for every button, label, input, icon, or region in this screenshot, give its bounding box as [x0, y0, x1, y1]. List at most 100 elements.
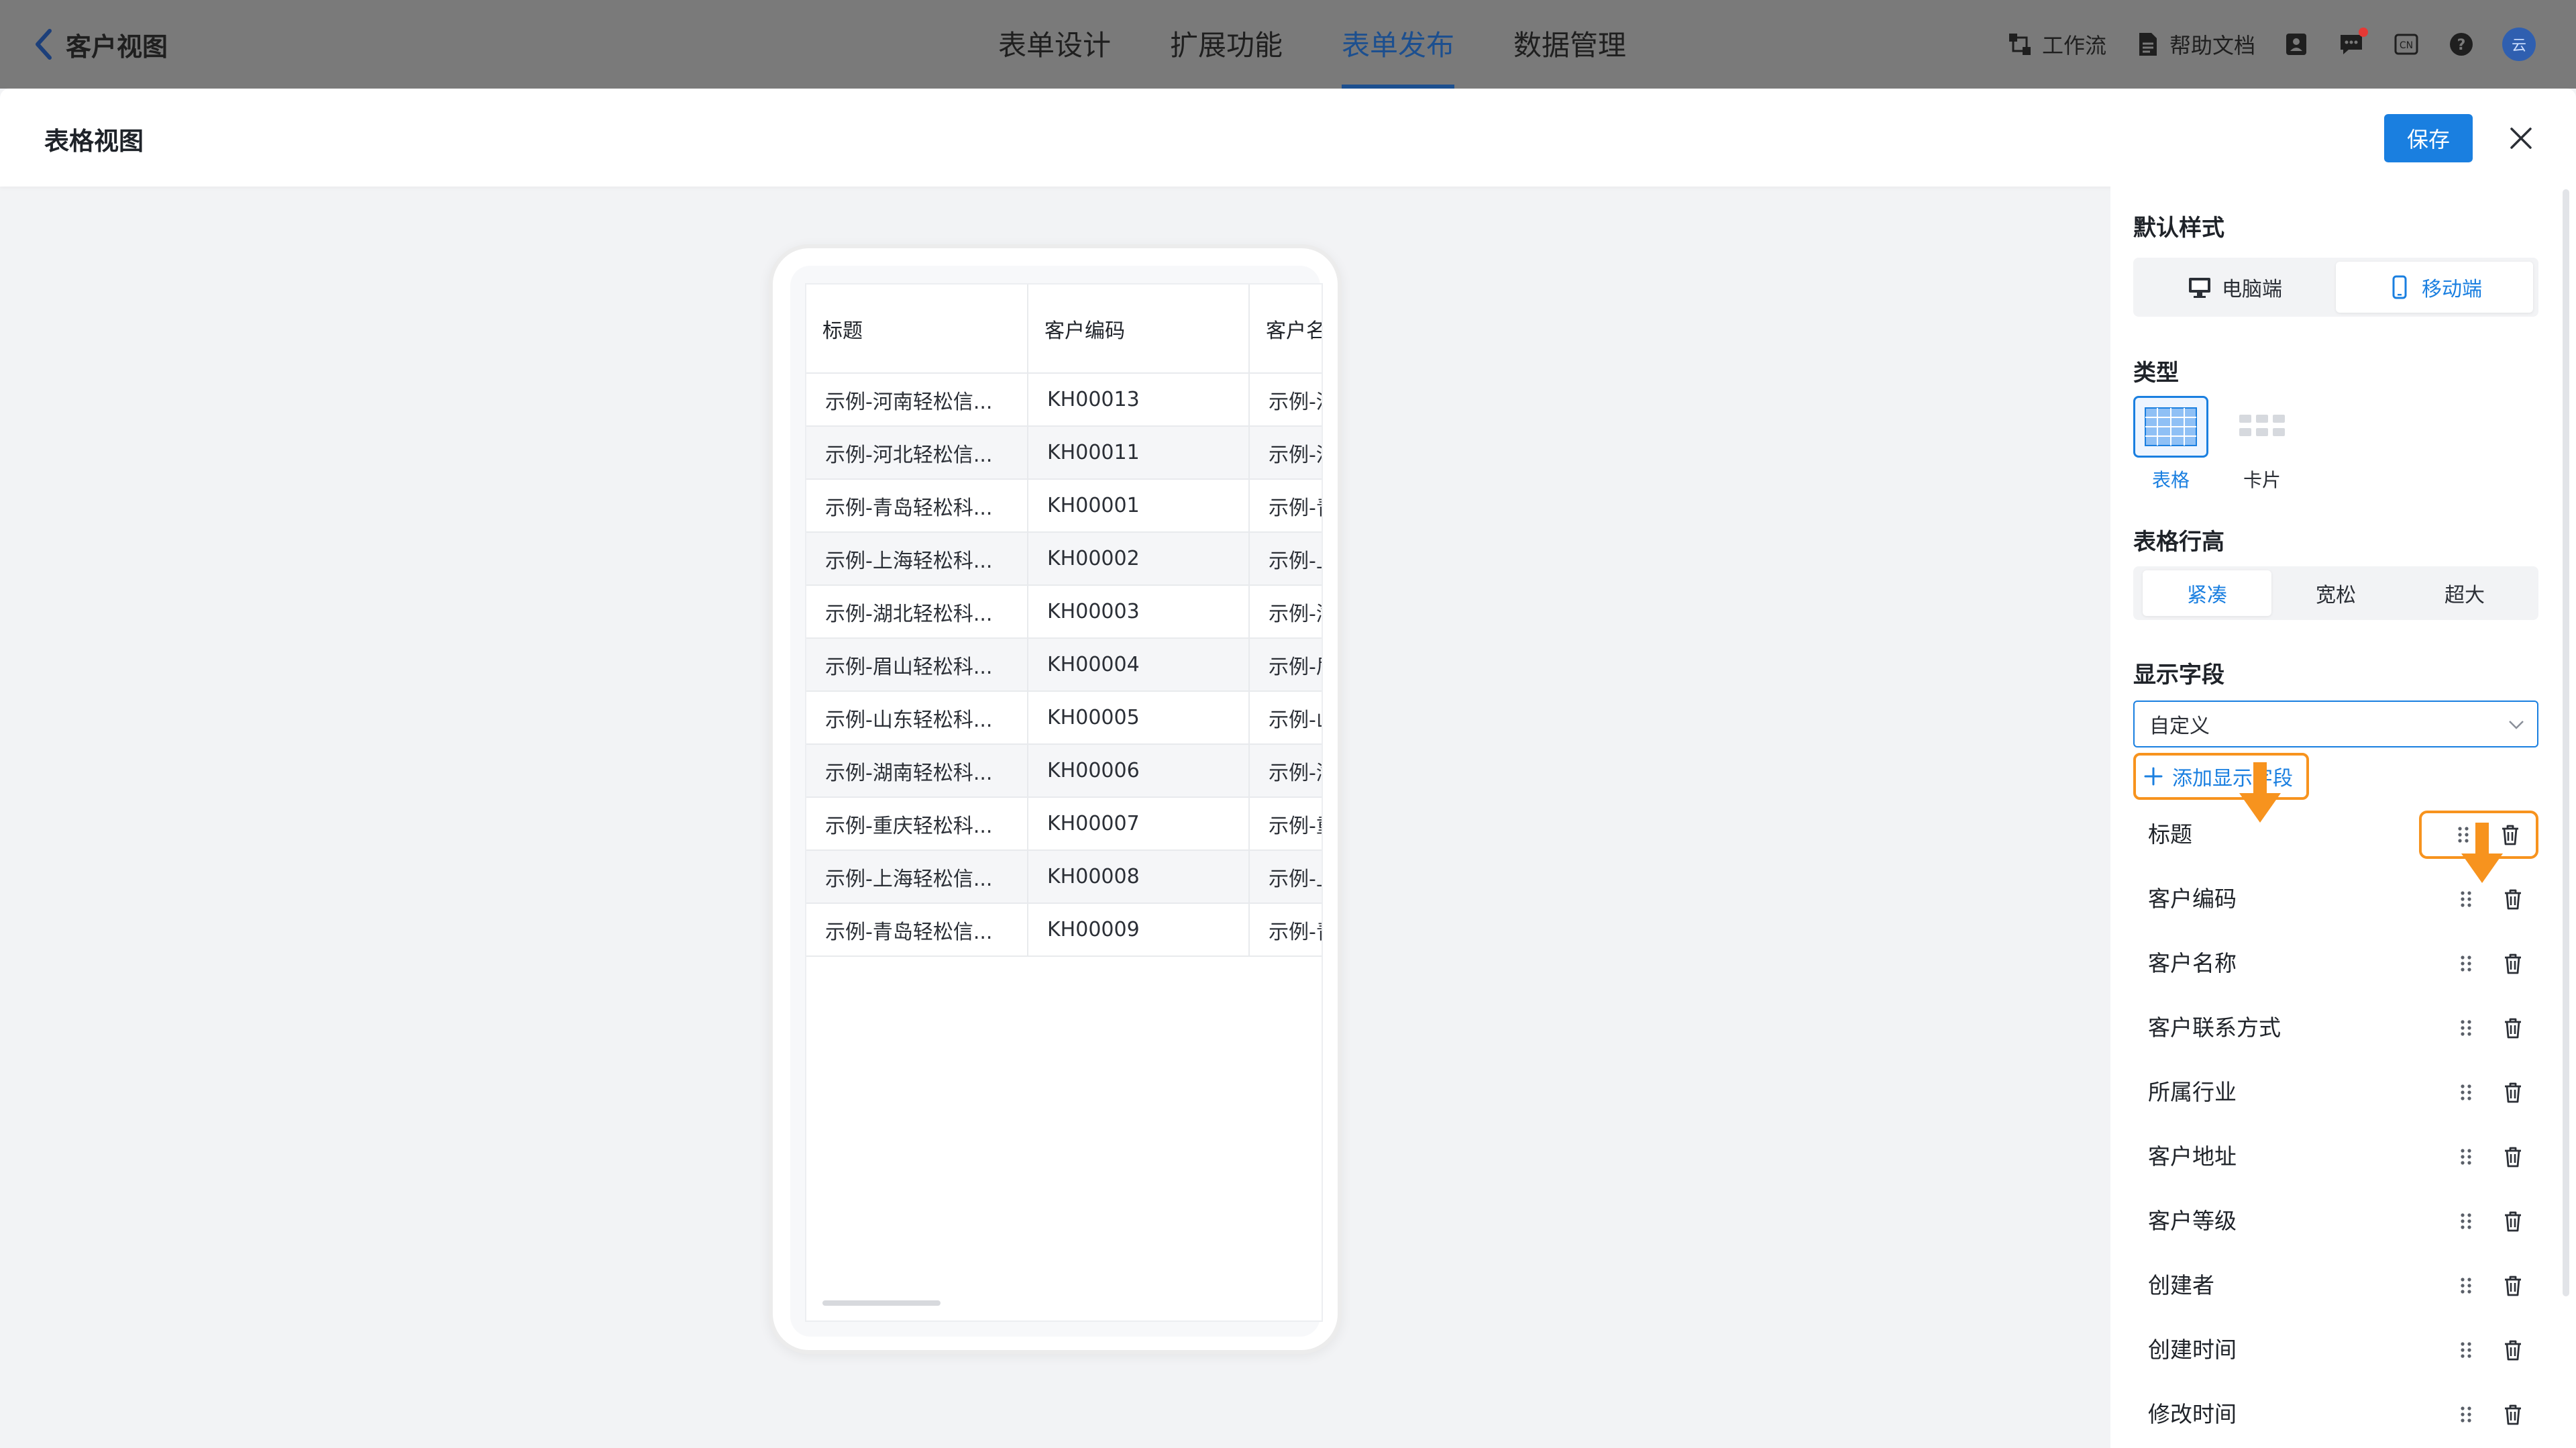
drag-handle-icon[interactable] [2454, 887, 2478, 911]
drag-handle-icon[interactable] [2454, 1145, 2478, 1169]
field-name: 创建时间 [2148, 1337, 2237, 1363]
table-row[interactable]: 示例-眉山轻松科...KH00004示例-眉 [806, 638, 1322, 692]
drag-handle-icon[interactable] [2454, 1080, 2478, 1104]
style-option-mobile[interactable]: 移动端 [2336, 262, 2533, 313]
style-option-desktop[interactable]: 电脑端 [2137, 262, 2332, 313]
help-icon[interactable]: ? [2447, 30, 2475, 58]
mobile-phone-icon [2392, 275, 2407, 299]
table-cell: KH00005 [1028, 691, 1250, 745]
tab-extensions[interactable]: 扩展功能 [1170, 0, 1283, 89]
table-view-panel: 表格视图 保存 标题 客户编码 客户名称 示例- [0, 89, 2576, 1448]
workflow-link[interactable]: 工作流 [2006, 29, 2106, 60]
table-row[interactable]: 示例-湖北轻松科...KH00003示例-湖 [806, 585, 1322, 639]
workflow-label: 工作流 [2041, 33, 2106, 58]
table-cell: 示例-河北轻松信... [806, 426, 1028, 480]
row-height-toggle: 紧凑 宽松 超大 [2133, 566, 2538, 620]
field-item: 客户等级 [2133, 1194, 2538, 1248]
column-header-customer-code: 客户编码 [1028, 285, 1250, 374]
message-icon[interactable] [2337, 28, 2368, 58]
annotation-arrow-icon [2461, 823, 2503, 883]
table-cell: 示例-上海轻松科... [806, 532, 1028, 586]
field-item: 客户名称 [2133, 937, 2538, 990]
delete-icon[interactable] [2501, 1274, 2525, 1298]
delete-icon[interactable] [2501, 1080, 2525, 1104]
tab-form-publish[interactable]: 表单发布 [1342, 0, 1455, 89]
table-cell: KH00008 [1028, 850, 1250, 904]
delete-icon[interactable] [2501, 1402, 2525, 1427]
field-name: 客户联系方式 [2148, 1015, 2281, 1041]
preview-table: 标题 客户编码 客户名称 示例-河南轻松信...KH00013示例-河 示例-河… [806, 285, 1322, 957]
field-name: 客户编码 [2148, 886, 2237, 912]
table-row[interactable]: 示例-河南轻松信...KH00013示例-河 [806, 373, 1322, 427]
delete-icon[interactable] [2501, 1209, 2525, 1233]
drag-handle-icon[interactable] [2454, 1402, 2478, 1427]
style-toggle: 电脑端 移动端 [2133, 258, 2538, 317]
back-button[interactable]: 客户视图 [34, 24, 168, 64]
table-cell: 示例-青岛轻松科... [806, 479, 1028, 533]
field-item: 创建时间 [2133, 1323, 2538, 1377]
top-bar: 客户视图 表单设计 扩展功能 表单发布 数据管理 工作流 帮助文档 CN ? 云 [0, 0, 2576, 89]
workflow-icon [2006, 30, 2034, 58]
column-header-customer-name: 客户名称 [1249, 285, 1322, 374]
field-actions [2419, 1326, 2538, 1374]
style-option-mobile-label: 移动端 [2422, 278, 2482, 301]
table-cell: 示例-眉 [1249, 638, 1322, 692]
row-height-extra-large[interactable]: 超大 [2400, 570, 2529, 616]
help-doc-link[interactable]: 帮助文档 [2133, 29, 2255, 60]
table-cell: 示例-湖 [1249, 585, 1322, 639]
table-cell: 示例-青 [1249, 479, 1322, 533]
row-height-loose[interactable]: 宽松 [2271, 570, 2400, 616]
table-header-row: 标题 客户编码 客户名称 [806, 285, 1322, 374]
top-right-tools: 工作流 帮助文档 CN ? 云 [2006, 24, 2536, 64]
style-option-desktop-label: 电脑端 [2222, 278, 2282, 301]
table-row[interactable]: 示例-湖南轻松科...KH00006示例-湖 [806, 744, 1322, 798]
svg-text:CN: CN [2400, 40, 2413, 51]
table-row[interactable]: 示例-上海轻松科...KH00002示例-上 [806, 532, 1322, 586]
tab-data-management[interactable]: 数据管理 [1513, 0, 1626, 89]
table-cell: KH00004 [1028, 638, 1250, 692]
delete-icon[interactable] [2501, 887, 2525, 911]
table-row[interactable]: 示例-山东轻松科...KH00005示例-山 [806, 691, 1322, 745]
drag-handle-icon[interactable] [2454, 951, 2478, 976]
table-row[interactable]: 示例-上海轻松信...KH00008示例-上 [806, 850, 1322, 904]
language-icon[interactable]: CN [2392, 30, 2420, 58]
avatar[interactable]: 云 [2502, 28, 2536, 61]
field-actions [2419, 1261, 2538, 1310]
delete-icon[interactable] [2501, 1145, 2525, 1169]
delete-icon[interactable] [2501, 1338, 2525, 1362]
table-cell: 示例-河 [1249, 426, 1322, 480]
top-nav-tabs: 表单设计 扩展功能 表单发布 数据管理 [998, 0, 1626, 89]
delete-icon[interactable] [2501, 1016, 2525, 1040]
type-option-table[interactable]: 表格 [2133, 396, 2208, 493]
table-row[interactable]: 示例-重庆轻松科...KH00007示例-重 [806, 797, 1322, 851]
field-actions [2419, 1133, 2538, 1181]
row-height-label: 表格行高 [2133, 529, 2224, 556]
mobile-preview-screen: 标题 客户编码 客户名称 示例-河南轻松信...KH00013示例-河 示例-河… [790, 266, 1323, 1337]
tab-form-design[interactable]: 表单设计 [998, 0, 1111, 89]
settings-sidebar: 默认样式 电脑端 移动端 类型 表格 卡片 表格行高 紧凑 宽松 超大 显示字段… [2110, 187, 2576, 1448]
type-option-card[interactable]: 卡片 [2224, 396, 2300, 493]
save-button[interactable]: 保存 [2384, 114, 2473, 162]
panel-title: 表格视图 [44, 127, 144, 156]
contacts-icon[interactable] [2282, 30, 2310, 58]
table-cell: 示例-湖北轻松科... [806, 585, 1028, 639]
table-cell: 示例-重 [1249, 797, 1322, 851]
drag-handle-icon[interactable] [2454, 1338, 2478, 1362]
drag-handle-icon[interactable] [2454, 1274, 2478, 1298]
horizontal-scrollbar[interactable] [822, 1300, 941, 1306]
table-row[interactable]: 示例-青岛轻松科...KH00001示例-青 [806, 479, 1322, 533]
table-row[interactable]: 示例-青岛轻松信...KH00009示例-青 [806, 903, 1322, 957]
type-label: 类型 [2133, 360, 2179, 386]
preview-table-container[interactable]: 标题 客户编码 客户名称 示例-河南轻松信...KH00013示例-河 示例-河… [805, 283, 1323, 1322]
delete-icon[interactable] [2501, 951, 2525, 976]
display-mode-select[interactable]: 自定义 [2133, 701, 2538, 747]
row-height-compact[interactable]: 紧凑 [2143, 570, 2271, 616]
field-name: 客户名称 [2148, 950, 2237, 976]
table-row[interactable]: 示例-河北轻松信...KH00011示例-河 [806, 426, 1322, 480]
display-mode-value: 自定义 [2149, 715, 2210, 738]
sidebar-scrollbar[interactable] [2563, 189, 2569, 1296]
close-button[interactable] [2502, 119, 2540, 157]
field-item: 修改时间 [2133, 1388, 2538, 1441]
drag-handle-icon[interactable] [2454, 1209, 2478, 1233]
drag-handle-icon[interactable] [2454, 1016, 2478, 1040]
